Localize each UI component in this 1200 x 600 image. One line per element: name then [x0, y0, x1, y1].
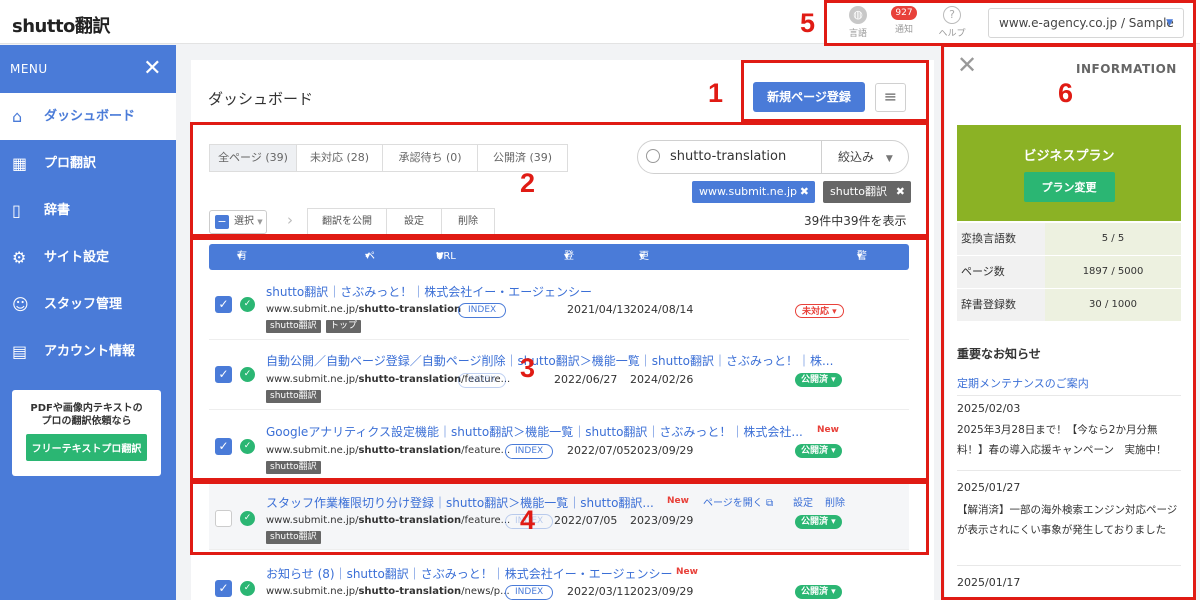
book-icon: ▯: [12, 201, 21, 220]
free-text-translation-button[interactable]: フリーテキストプロ翻訳: [25, 434, 148, 461]
sidebar-item-site-settings[interactable]: ⚙ サイト設定: [0, 234, 176, 281]
updated-date: 2023/09/29: [630, 585, 694, 598]
menu-label: MENU: [10, 62, 48, 76]
sidebar-item-staff[interactable]: ☺ スタッフ管理: [0, 281, 176, 328]
callout-box-1: [741, 60, 929, 122]
page-url: www.submit.ne.jp/shutto-translation/news…: [266, 586, 510, 597]
sidebar-item-label: 辞書: [44, 203, 71, 218]
promo-text-1: PDFや画像内テキストの: [30, 403, 143, 414]
sidebar-item-dashboard[interactable]: ⌂ ダッシュボード: [0, 93, 176, 140]
index-badge: INDEX: [505, 585, 554, 600]
callout-box-3: [190, 237, 929, 481]
sidebar-item-label: プロ翻訳: [44, 156, 97, 171]
callout-number-1: 1: [708, 78, 724, 108]
status-badge[interactable]: 公開済 ▾: [795, 585, 842, 599]
enabled-check-icon: ✓: [240, 581, 255, 596]
app-logo[interactable]: shutto翻訳: [12, 12, 110, 38]
callout-number-5: 5: [800, 8, 816, 38]
callout-number-6: 6: [1058, 78, 1074, 108]
document-icon: ▤: [12, 342, 28, 361]
url-prefix: www.submit.ne.jp/: [266, 586, 359, 597]
promo-text-2: プロの翻訳依頼なら: [41, 416, 132, 427]
row-checkbox[interactable]: ✓: [215, 580, 232, 597]
users-icon: ☺: [12, 295, 29, 314]
callout-box-2: [190, 122, 929, 237]
url-bold: shutto-translation: [358, 586, 462, 597]
new-label: New: [676, 567, 698, 577]
page-title: ダッシュボード: [208, 90, 314, 108]
sidebar-item-label: スタッフ管理: [44, 297, 123, 312]
promo-banner: PDFや画像内テキストの プロの翻訳依頼なら フリーテキストプロ翻訳: [12, 390, 161, 476]
close-icon[interactable]: ✕: [143, 45, 162, 93]
callout-box-5: [824, 0, 1196, 46]
table-row[interactable]: ✓ ✓ お知らせ (8)｜shutto翻訳｜さぶみっと！｜株式会社イー・エージェ…: [209, 560, 909, 600]
status-label: 公開済: [801, 587, 829, 597]
sidebar-item-label: ダッシュボード: [44, 109, 136, 124]
gear-icon: ⚙: [12, 248, 27, 267]
callout-number-4: 4: [520, 505, 536, 535]
url-suffix: /news/p...: [461, 586, 510, 597]
page-title-link[interactable]: お知らせ (8)｜shutto翻訳｜さぶみっと！｜株式会社イー・エージェンシー: [266, 565, 673, 582]
callout-number-3: 3: [520, 353, 536, 383]
sidebar-item-label: アカウント情報: [44, 344, 136, 359]
sidebar: MENU ✕ ⌂ ダッシュボード ▦ プロ翻訳 ▯ 辞書 ⚙ サイト設定 ☺ ス…: [0, 45, 176, 600]
callout-number-2: 2: [520, 168, 536, 198]
sidebar-item-label: サイト設定: [44, 250, 110, 265]
registered-date: 2022/03/11: [567, 585, 631, 598]
callout-box-6: [941, 44, 1196, 600]
calendar-icon: ▦: [12, 154, 28, 173]
menu-header: MENU ✕: [0, 45, 176, 93]
sidebar-item-dictionary[interactable]: ▯ 辞書: [0, 187, 176, 234]
sidebar-item-pro-translation[interactable]: ▦ プロ翻訳: [0, 140, 176, 187]
sidebar-item-account[interactable]: ▤ アカウント情報: [0, 328, 176, 375]
callout-box-4: [190, 481, 929, 555]
home-icon: ⌂: [12, 107, 23, 126]
